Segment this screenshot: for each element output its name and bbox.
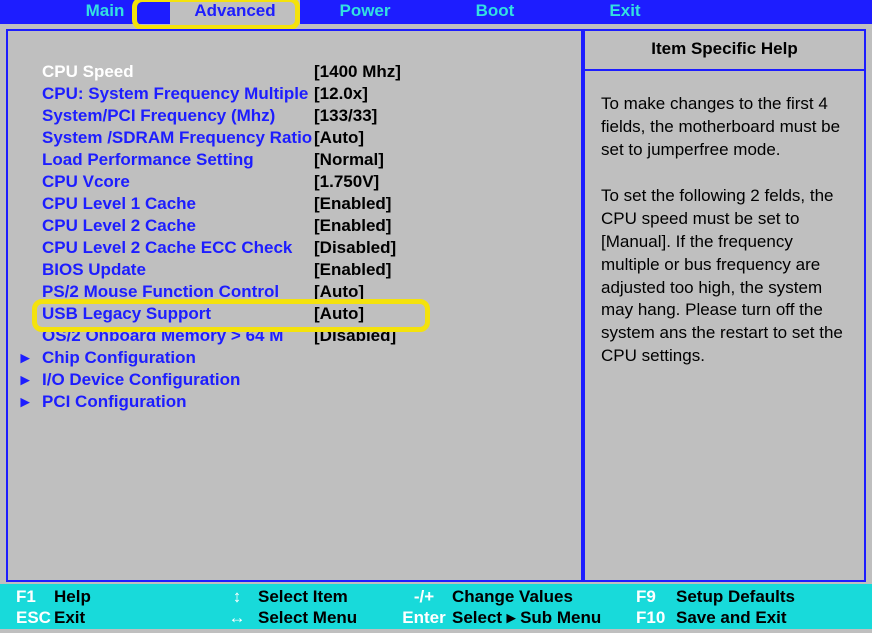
triangle-right-icon: ▸ — [8, 369, 42, 391]
setting-row[interactable]: System/PCI Frequency (Mhz)[133/33] — [8, 105, 581, 127]
label-save-exit: Save and Exit — [676, 607, 787, 628]
label-change-values: Change Values — [452, 586, 573, 607]
label-select-submenu: Select ▸ Sub Menu — [452, 607, 601, 628]
setting-value: [Enabled] — [314, 193, 391, 215]
menu-bar: Main Advanced Power Boot Exit — [0, 0, 872, 24]
footer-bar: F1 Help ↕ Select Item -/+ Change Values … — [0, 584, 872, 629]
setting-label: Load Performance Setting — [8, 149, 314, 171]
setting-value: [12.0x] — [314, 83, 368, 105]
setting-label: System/PCI Frequency (Mhz) — [8, 105, 314, 127]
label-select-item: Select Item — [258, 586, 348, 607]
triangle-right-icon: ▸ — [8, 391, 42, 413]
help-body: To make changes to the first 4 fields, t… — [585, 71, 864, 368]
setting-label: BIOS Update — [8, 259, 314, 281]
setting-value: [Auto] — [314, 303, 364, 325]
help-title: Item Specific Help — [585, 31, 864, 71]
setting-label: CPU Speed — [8, 61, 314, 83]
menu-item-exit[interactable]: Exit — [560, 0, 690, 24]
setting-value: [1400 Mhz] — [314, 61, 401, 83]
setting-row[interactable]: CPU Speed[1400 Mhz] — [8, 61, 581, 83]
setting-value: [Disabled] — [314, 325, 396, 347]
setting-label: CPU Level 2 Cache ECC Check — [8, 237, 314, 259]
submenu-label: I/O Device Configuration — [42, 369, 240, 391]
label-exit: Exit — [54, 607, 85, 628]
key-plusminus: -/+ — [396, 586, 452, 607]
setting-row[interactable]: BIOS Update[Enabled] — [8, 259, 581, 281]
key-f10: F10 — [636, 607, 676, 628]
setting-row[interactable]: PS/2 Mouse Function Control[Auto] — [8, 281, 581, 303]
setting-value: [Normal] — [314, 149, 384, 171]
submenu-row[interactable]: ▸Chip Configuration — [8, 347, 581, 369]
menu-item-power[interactable]: Power — [300, 0, 430, 24]
submenu-row[interactable]: ▸PCI Configuration — [8, 391, 581, 413]
setting-row[interactable]: OS/2 Onboard Memory > 64 M[Disabled] — [8, 325, 581, 347]
submenu-label: Chip Configuration — [42, 347, 196, 369]
menu-item-boot[interactable]: Boot — [430, 0, 560, 24]
key-esc: ESC — [6, 607, 54, 628]
setting-row[interactable]: CPU: System Frequency Multiple[12.0x] — [8, 83, 581, 105]
setting-label: CPU Level 2 Cache — [8, 215, 314, 237]
setting-label: CPU: System Frequency Multiple — [8, 83, 314, 105]
key-f9: F9 — [636, 586, 676, 607]
setting-value: [133/33] — [314, 105, 377, 127]
setting-value: [Enabled] — [314, 259, 391, 281]
setting-value: [Enabled] — [314, 215, 391, 237]
setting-row[interactable]: USB Legacy Support[Auto] — [8, 303, 581, 325]
setting-row[interactable]: System /SDRAM Frequency Ratio[Auto] — [8, 127, 581, 149]
setting-row[interactable]: CPU Level 2 Cache ECC Check[Disabled] — [8, 237, 581, 259]
setting-row[interactable]: CPU Level 1 Cache[Enabled] — [8, 193, 581, 215]
submenu-label: PCI Configuration — [42, 391, 186, 413]
setting-row[interactable]: CPU Vcore[1.750V] — [8, 171, 581, 193]
setting-label: CPU Vcore — [8, 171, 314, 193]
label-setup-defaults: Setup Defaults — [676, 586, 795, 607]
setting-value: [1.750V] — [314, 171, 379, 193]
menu-item-advanced[interactable]: Advanced — [170, 0, 300, 24]
setting-label: OS/2 Onboard Memory > 64 M — [8, 325, 314, 347]
key-enter: Enter — [396, 607, 452, 628]
setting-label: USB Legacy Support — [8, 303, 314, 325]
settings-panel: CPU Speed[1400 Mhz]CPU: System Frequency… — [6, 29, 583, 582]
setting-value: [Auto] — [314, 281, 364, 303]
help-panel: Item Specific Help To make changes to th… — [583, 29, 866, 582]
label-help: Help — [54, 586, 91, 607]
setting-label: System /SDRAM Frequency Ratio — [8, 127, 314, 149]
key-leftright-icon: ↔ — [216, 607, 258, 628]
setting-row[interactable]: CPU Level 2 Cache[Enabled] — [8, 215, 581, 237]
setting-label: CPU Level 1 Cache — [8, 193, 314, 215]
setting-label: PS/2 Mouse Function Control — [8, 281, 314, 303]
key-f1: F1 — [6, 586, 54, 607]
setting-row[interactable]: Load Performance Setting[Normal] — [8, 149, 581, 171]
triangle-right-icon: ▸ — [8, 347, 42, 369]
setting-value: [Disabled] — [314, 237, 396, 259]
key-updown-icon: ↕ — [216, 586, 258, 607]
label-select-menu: Select Menu — [258, 607, 357, 628]
content-area: CPU Speed[1400 Mhz]CPU: System Frequency… — [0, 24, 872, 584]
submenu-row[interactable]: ▸I/O Device Configuration — [8, 369, 581, 391]
setting-value: [Auto] — [314, 127, 364, 149]
menu-item-main[interactable]: Main — [40, 0, 170, 24]
